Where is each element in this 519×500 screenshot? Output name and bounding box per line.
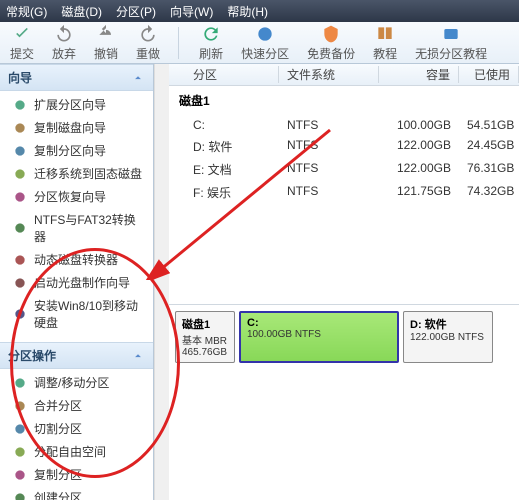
ops-panel-header[interactable]: 分区操作 [0,342,153,369]
quick-icon [255,24,275,44]
item-label: 合并分区 [34,397,82,414]
ops-item[interactable]: 创建分区 [0,486,153,500]
wizard-item[interactable]: NTFS与FAT32转换器 [0,208,153,248]
ops-item[interactable]: 切割分区 [0,417,153,440]
item-icon [12,97,28,113]
item-label: 复制分区向导 [34,142,106,159]
table-row[interactable]: D: 软件NTFS122.00GB24.45GB [169,135,519,158]
refresh-icon [201,24,221,44]
item-label: 动态磁盘转换器 [34,251,118,268]
item-icon [12,306,28,322]
chevron-up-icon [131,349,145,363]
undo-icon [54,24,74,44]
book-icon [375,24,395,44]
item-label: NTFS与FAT32转换器 [34,211,145,245]
backup-icon [321,24,341,44]
item-label: 分区恢复向导 [34,188,106,205]
lossless-button[interactable]: 无损分区教程 [411,22,491,64]
col-partition[interactable]: 分区 [169,66,279,83]
table-row[interactable]: C:NTFS100.00GB54.51GB [169,115,519,135]
item-icon [12,490,28,500]
menu-wizard[interactable]: 向导(W) [170,3,213,20]
ops-panel-title: 分区操作 [8,347,56,364]
wizard-item[interactable]: 扩展分区向导 [0,93,153,116]
item-icon [12,189,28,205]
menu-disk[interactable]: 磁盘(D) [61,3,102,20]
ops-item[interactable]: 调整/移动分区 [0,371,153,394]
wizard-panel-header[interactable]: 向导 [0,64,153,91]
item-label: 扩展分区向导 [34,96,106,113]
menubar: 常规(G) 磁盘(D) 分区(P) 向导(W) 帮助(H) [0,0,519,22]
undo-button[interactable]: 放弃 [48,22,80,64]
commit-button[interactable]: 提交 [6,22,38,64]
item-label: 调整/移动分区 [34,374,109,391]
content: 分区 文件系统 容量 已使用 磁盘1 C:NTFS100.00GB54.51GB… [169,64,519,500]
chevron-up-icon [131,71,145,85]
toolbar: 提交 放弃 撤销 重做 刷新 快速分区 免费备份 教程 无损分区教程 [0,22,519,64]
menu-help[interactable]: 帮助(H) [227,3,268,20]
item-label: 安装Win8/10到移动硬盘 [34,297,145,331]
quick-button[interactable]: 快速分区 [237,22,293,64]
item-label: 启动光盘制作向导 [34,274,130,291]
col-capacity[interactable]: 容量 [379,66,459,83]
table-header: 分区 文件系统 容量 已使用 [169,64,519,86]
item-icon [12,143,28,159]
item-icon [12,375,28,391]
wizard-item[interactable]: 动态磁盘转换器 [0,248,153,271]
ops-item[interactable]: 复制分区 [0,463,153,486]
wizard-item[interactable]: 启动光盘制作向导 [0,271,153,294]
item-label: 复制磁盘向导 [34,119,106,136]
disk-map: 磁盘1 基本 MBR 465.76GB C: 100.00GB NTFS D: … [169,304,519,369]
item-label: 复制分区 [34,466,82,483]
lossless-icon [441,24,461,44]
wizard-panel-title: 向导 [8,69,32,86]
item-icon [12,444,28,460]
map-disk[interactable]: 磁盘1 基本 MBR 465.76GB [175,311,235,363]
menu-partition[interactable]: 分区(P) [116,3,156,20]
tutorial-button[interactable]: 教程 [369,22,401,64]
item-icon [12,166,28,182]
ops-item[interactable]: 分配自由空间 [0,440,153,463]
item-label: 分配自由空间 [34,443,106,460]
wizard-item[interactable]: 复制磁盘向导 [0,116,153,139]
separator [178,27,179,59]
ops-item[interactable]: 合并分区 [0,394,153,417]
refresh-button[interactable]: 刷新 [195,22,227,64]
sidebar-scrollbar[interactable] [154,64,169,500]
check-icon [12,24,32,44]
table-row[interactable]: E: 文档NTFS122.00GB76.31GB [169,158,519,181]
reundo-button[interactable]: 撤销 [90,22,122,64]
ops-list: 调整/移动分区合并分区切割分区分配自由空间复制分区创建分区删除分区更改卷标分区对… [0,369,153,500]
wizard-item[interactable]: 复制分区向导 [0,139,153,162]
disk-title: 磁盘1 [169,86,519,115]
item-label: 创建分区 [34,489,82,500]
redo-button[interactable]: 重做 [132,22,164,64]
backup-button[interactable]: 免费备份 [303,22,359,64]
main: 向导 扩展分区向导复制磁盘向导复制分区向导迁移系统到固态磁盘分区恢复向导 NTFS… [0,64,519,500]
redo-icon [138,24,158,44]
item-icon [12,275,28,291]
item-icon [12,421,28,437]
menu-general[interactable]: 常规(G) [6,3,47,20]
wizard-list: 扩展分区向导复制磁盘向导复制分区向导迁移系统到固态磁盘分区恢复向导 NTFS与FA… [0,91,153,336]
item-icon [12,120,28,136]
table-body: C:NTFS100.00GB54.51GBD: 软件NTFS122.00GB24… [169,115,519,204]
map-partition-c[interactable]: C: 100.00GB NTFS [239,311,399,363]
item-label: 切割分区 [34,420,82,437]
wizard-item[interactable]: 迁移系统到固态磁盘 [0,162,153,185]
item-icon [12,252,28,268]
item-icon [12,398,28,414]
item-icon [12,220,28,236]
table-row[interactable]: F: 娱乐NTFS121.75GB74.32GB [169,181,519,204]
col-used[interactable]: 已使用 [459,66,519,83]
col-filesystem[interactable]: 文件系统 [279,66,379,83]
wizard-item[interactable]: 安装Win8/10到移动硬盘 [0,294,153,334]
item-icon [12,467,28,483]
map-partition-d[interactable]: D: 软件 122.00GB NTFS [403,311,493,363]
wizard-item[interactable]: 分区恢复向导 [0,185,153,208]
item-label: 迁移系统到固态磁盘 [34,165,142,182]
reundo-icon [96,24,116,44]
sidebar: 向导 扩展分区向导复制磁盘向导复制分区向导迁移系统到固态磁盘分区恢复向导 NTFS… [0,64,154,500]
